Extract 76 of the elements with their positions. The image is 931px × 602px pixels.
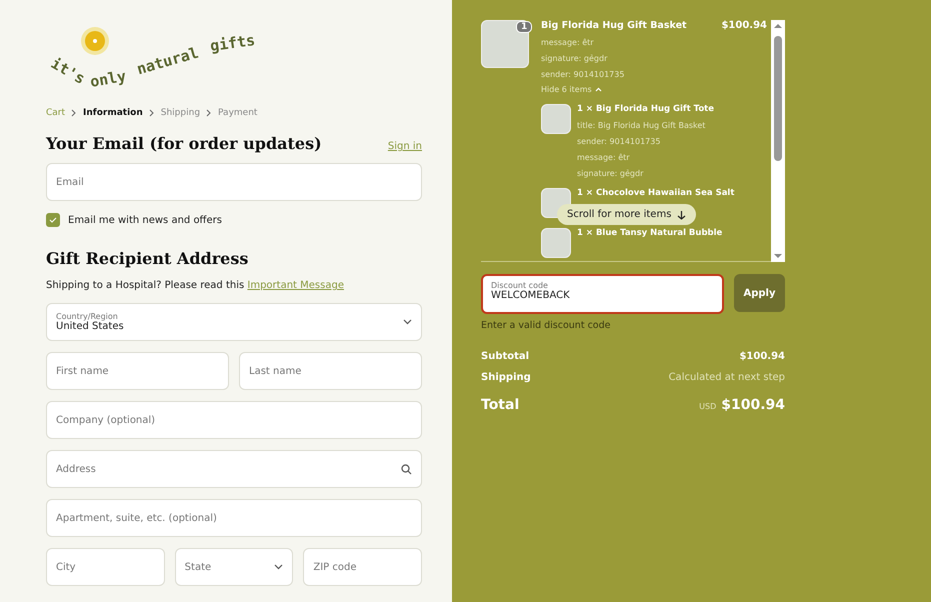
- discount-field[interactable]: Discount code WELCOMEBACK: [481, 274, 724, 314]
- arrow-down-icon: [677, 210, 686, 220]
- section-title: Gift Recipient Address: [46, 249, 250, 268]
- section-title: Your Email (for order updates): [46, 134, 322, 153]
- input-field[interactable]: Last name: [239, 352, 422, 390]
- product-property: title: Big Florida Hug Gift Basket: [577, 121, 706, 130]
- field-placeholder: Email: [56, 176, 84, 188]
- currency-code: USD: [699, 402, 716, 411]
- product-property: message: êtr: [541, 38, 595, 47]
- product-title: 1 × Big Florida Hug Gift Tote: [577, 104, 714, 114]
- input-field[interactable]: Apartment, suite, etc. (optional): [46, 499, 422, 537]
- field-placeholder: ZIP code: [313, 562, 356, 572]
- logo-text: gifts: [208, 30, 256, 56]
- field-label: Country/Region: [56, 312, 119, 321]
- sign-in-link[interactable]: Sign in: [388, 141, 422, 152]
- input-field[interactable]: Company (optional): [46, 401, 422, 439]
- product-photo-placeholder: [541, 228, 571, 258]
- total-label: Total: [481, 397, 520, 413]
- search-icon: [401, 464, 412, 474]
- chevron-icon: [206, 109, 212, 117]
- field-placeholder: Company (optional): [56, 414, 156, 426]
- checkbox[interactable]: [46, 213, 60, 227]
- breadcrumb-link[interactable]: Cart: [46, 108, 66, 118]
- product-property: signature: gẻgdr: [577, 169, 644, 178]
- email-field[interactable]: Email: [46, 163, 422, 201]
- caret-icon: [594, 87, 602, 92]
- input-field[interactable]: City: [46, 548, 165, 586]
- product-photo-placeholder: [481, 20, 529, 68]
- field-placeholder: First name: [56, 366, 109, 376]
- product-property: sender: 9014101735: [577, 137, 662, 146]
- product-photo-placeholder: [541, 104, 571, 134]
- field-placeholder: Apartment, suite, etc. (optional): [56, 512, 217, 524]
- scrollbar[interactable]: [771, 20, 785, 262]
- field-placeholder: Address: [56, 464, 96, 474]
- logo-text: it's: [48, 54, 88, 88]
- chevron-icon: [148, 109, 155, 117]
- summary-label: Subtotal: [481, 351, 530, 362]
- apply-button[interactable]: Apply: [734, 274, 785, 312]
- product-price: $100.94: [721, 20, 767, 31]
- total-amount: $100.94: [721, 397, 785, 413]
- product-title: Big Florida Hug Gift Basket: [541, 20, 687, 31]
- important-message-link[interactable]: Important Message: [247, 280, 344, 291]
- sun-icon: [80, 26, 110, 56]
- summary-value: Calculated at next step: [668, 372, 785, 383]
- quantity-badge: 1: [516, 21, 532, 33]
- product-property: signature: gẻgdr: [541, 54, 608, 63]
- product-property: sender: 9014101735: [541, 70, 626, 79]
- breadcrumb-link[interactable]: Shipping: [160, 108, 200, 118]
- field-label: Discount code: [491, 281, 549, 290]
- product-title: 1 × Blue Tansy Natural Bubble: [577, 228, 722, 238]
- scroll-hint[interactable]: Scroll for more items: [557, 204, 696, 225]
- chevron-icon: [71, 109, 78, 117]
- checkbox-label: Email me with news and offers: [68, 214, 222, 226]
- input-field[interactable]: First name: [46, 352, 229, 390]
- breadcrumb-link[interactable]: Payment: [218, 108, 258, 118]
- country-select[interactable]: Country/Region United States: [46, 303, 422, 341]
- field-value: United States: [56, 321, 124, 332]
- error-message: Enter a valid discount code: [481, 320, 612, 331]
- caret-icon: [403, 319, 412, 325]
- hospital-note: Shipping to a Hospital? Please read this Important Message: [46, 280, 345, 291]
- input-field[interactable]: ZIP code: [303, 548, 422, 586]
- summary-value: $100.94: [739, 351, 785, 362]
- field-placeholder: State: [184, 562, 212, 572]
- field-placeholder: City: [56, 562, 76, 572]
- hide-items-toggle[interactable]: Hide 6 items: [541, 85, 767, 94]
- product-title: 1 × Chocolove Hawaiian Sea Salt: [577, 188, 734, 198]
- caret-icon: [274, 564, 284, 570]
- breadcrumb-link[interactable]: Information: [83, 108, 143, 118]
- summary-label: Shipping: [481, 372, 531, 383]
- field-placeholder: Last name: [249, 366, 302, 376]
- select-field[interactable]: State: [174, 548, 294, 586]
- checkmark-icon: [49, 217, 57, 223]
- field-value: WELCOMEBACK: [491, 290, 571, 301]
- product-property: message: êtr: [577, 153, 631, 162]
- input-field[interactable]: Address: [46, 450, 422, 488]
- logo-text: only: [88, 67, 128, 91]
